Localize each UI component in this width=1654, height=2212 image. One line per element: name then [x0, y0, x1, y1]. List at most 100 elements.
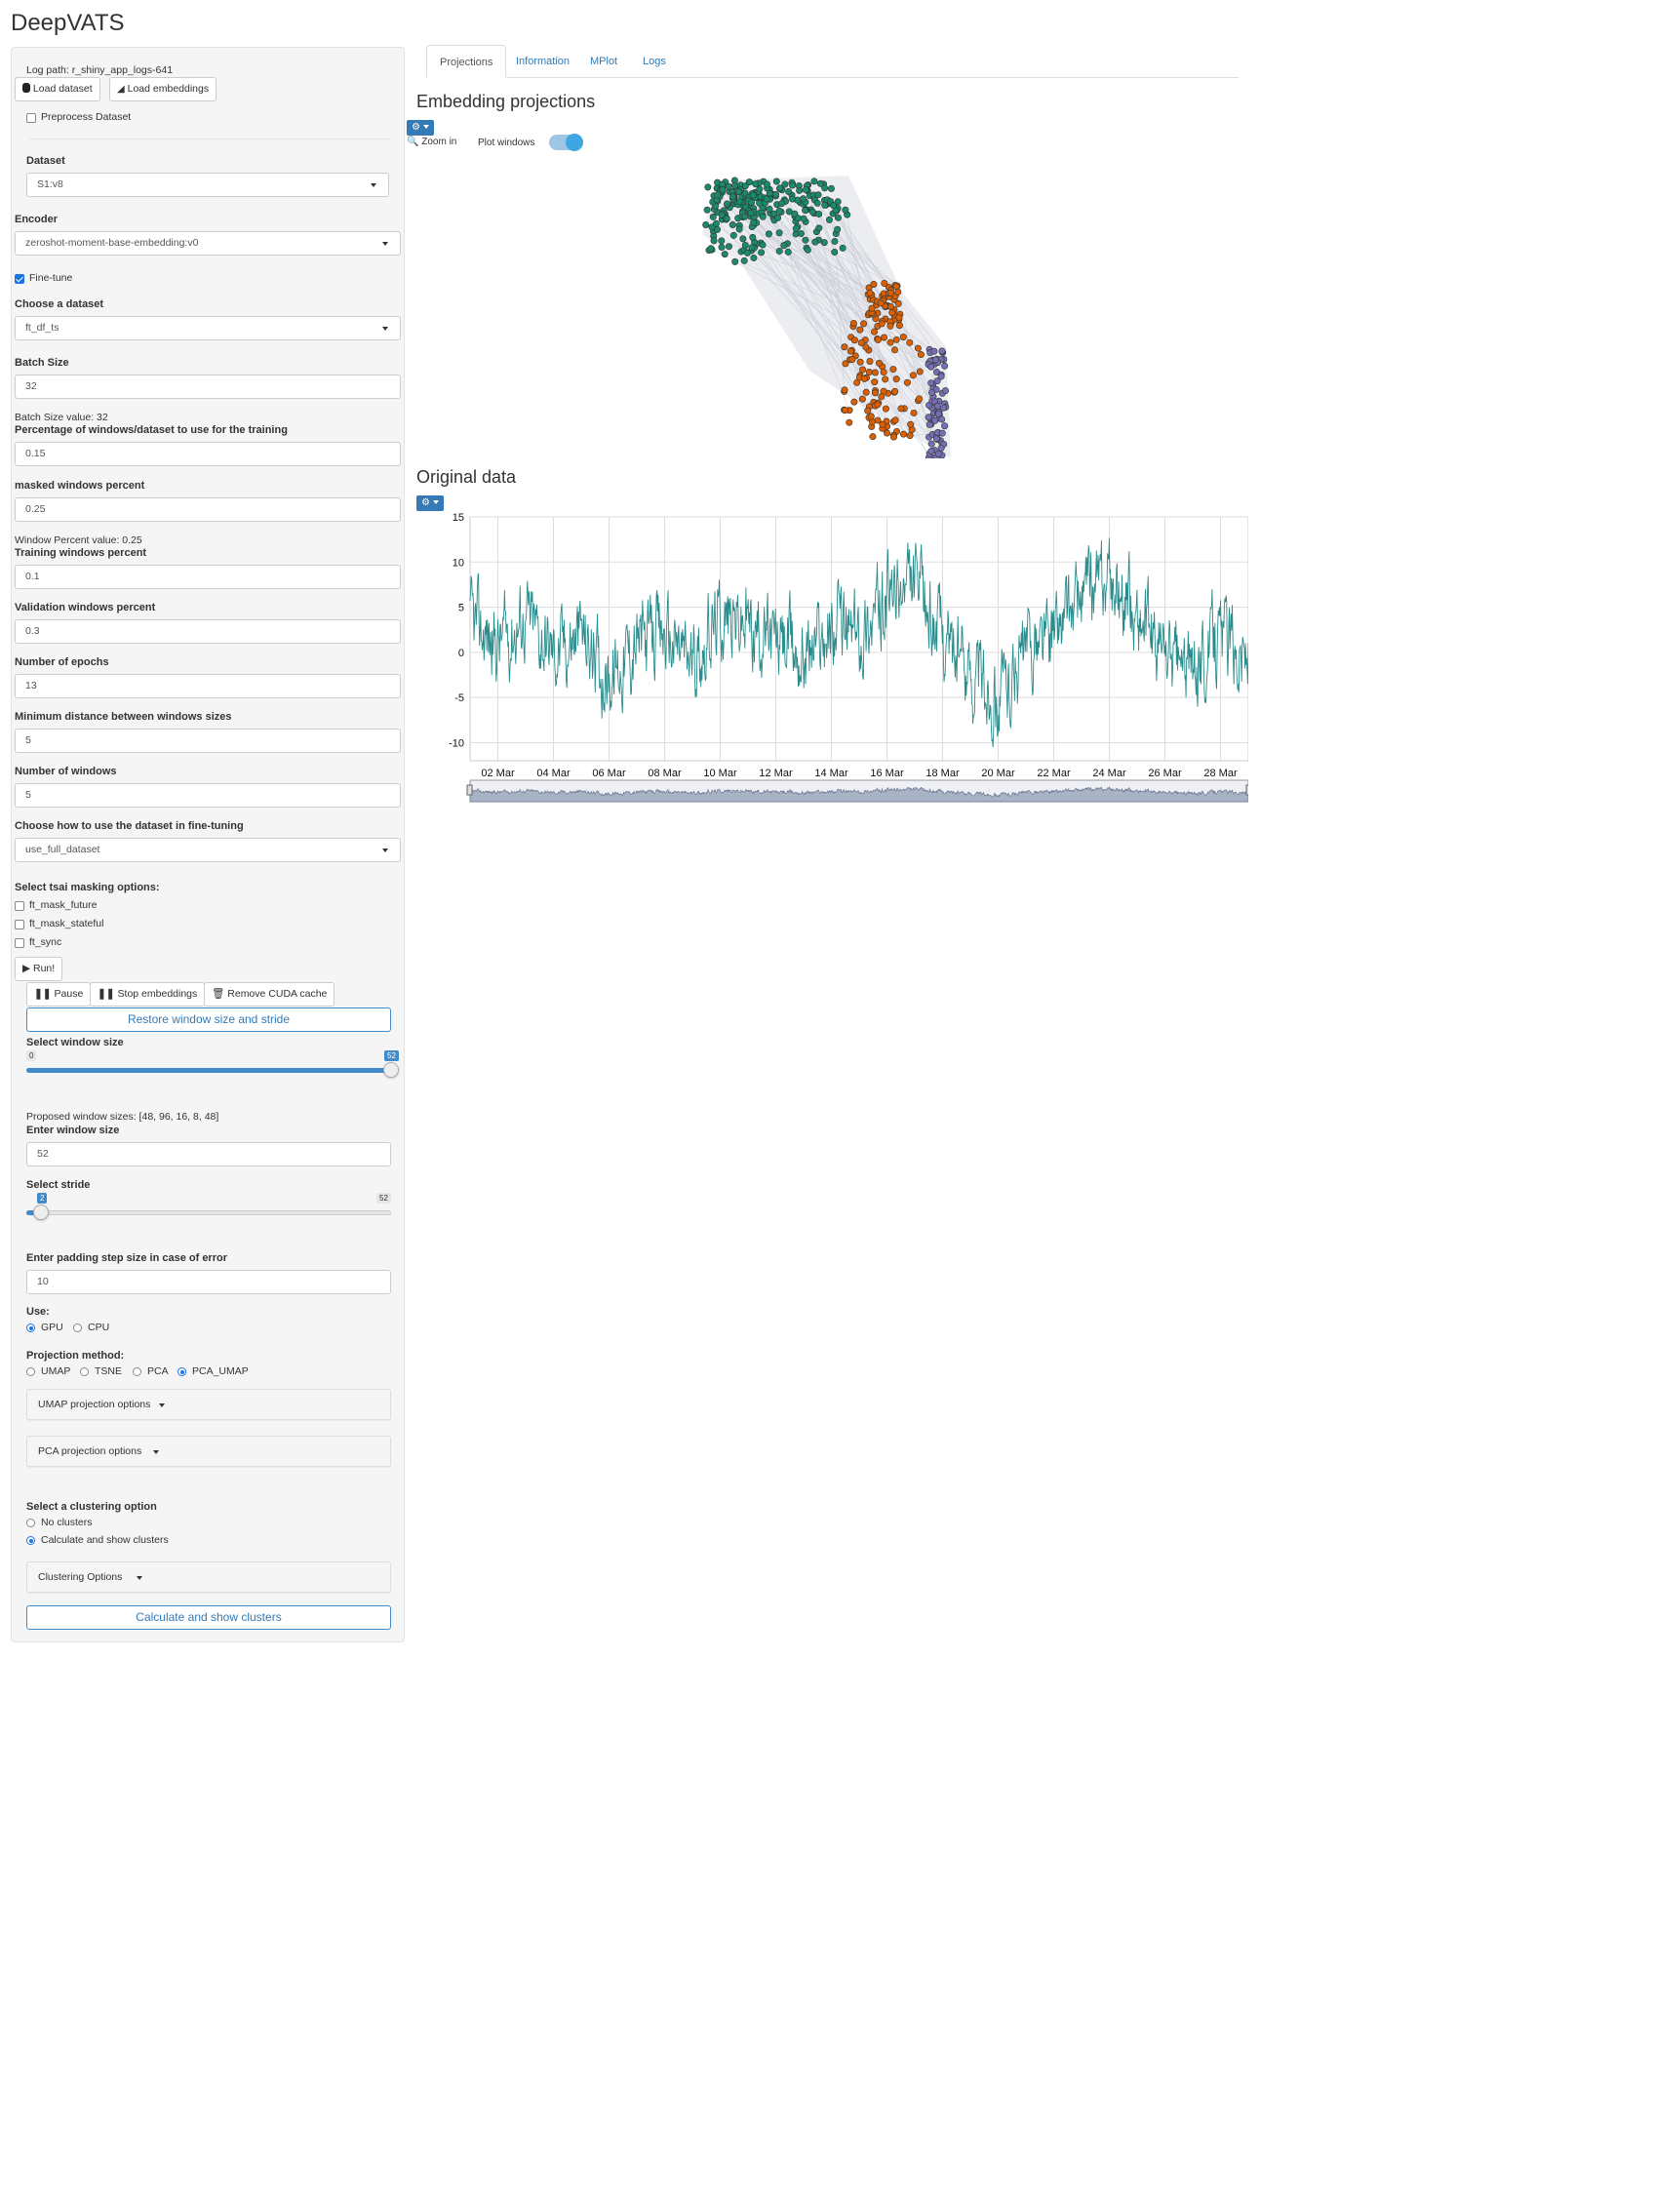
validation-input[interactable]: 0.3 [15, 619, 401, 644]
pause-button[interactable]: ❚❚ Pause [26, 982, 92, 1007]
cpu-radio[interactable] [73, 1323, 82, 1332]
original-data-chart[interactable]: 15 10 5 0 -5 -10 02 Mar 04 Mar 06 Mar 08 Mar 10 Ma… [426, 507, 1248, 810]
clustering-options-panel[interactable]: Clustering Options [26, 1561, 391, 1593]
plot-windows-toggle[interactable] [549, 134, 583, 151]
pca-options-panel[interactable]: PCA projection options [26, 1436, 391, 1467]
tsai-option-label: ft_sync [29, 936, 62, 948]
projection-point [882, 375, 889, 383]
dataset-select[interactable]: S1:v8 [26, 173, 389, 197]
load-embeddings-button[interactable]: ◢ Load embeddings [109, 77, 217, 101]
stride-slider-track[interactable] [26, 1210, 391, 1215]
trash-icon: 🗑 [212, 988, 225, 1000]
projection-point [932, 435, 940, 443]
umap-options-panel[interactable]: UMAP projection options [26, 1389, 391, 1420]
x-tick-label: 20 Mar [981, 768, 1015, 779]
projection-point [862, 343, 870, 351]
batch-size-input[interactable]: 32 [15, 375, 401, 399]
projection-point [759, 241, 767, 249]
tab-projections[interactable]: Projections [426, 45, 507, 78]
projection-point [886, 302, 894, 310]
dataset-label: Dataset [26, 155, 65, 167]
pca-umap-label: PCA_UMAP [192, 1365, 249, 1377]
preprocess-checkbox[interactable] [26, 113, 36, 123]
tsne-radio[interactable] [80, 1367, 89, 1376]
mindist-input[interactable]: 5 [15, 729, 401, 753]
ws-slider-handle[interactable] [383, 1062, 399, 1078]
stop-label: Stop embeddings [117, 988, 198, 1000]
projection-point [802, 186, 809, 194]
zoom-in-control[interactable]: 🔍 Zoom in [407, 137, 456, 147]
tab-logs[interactable]: Logs [630, 45, 679, 78]
projection-point [934, 450, 942, 457]
pca-radio[interactable] [133, 1367, 141, 1376]
choose-dataset-select[interactable]: ft_df_ts [15, 316, 401, 340]
projection-point [842, 206, 849, 214]
y-tick-label: -10 [449, 737, 464, 749]
projection-point [937, 373, 945, 380]
x-tick-label: 02 Mar [481, 768, 515, 779]
enter-ws-input[interactable]: 52 [26, 1142, 391, 1166]
projection-point [892, 375, 900, 383]
pct-input[interactable]: 0.15 [15, 442, 401, 466]
epochs-input[interactable]: 13 [15, 674, 401, 698]
stride-max-label: 52 [376, 1193, 391, 1204]
padding-input[interactable]: 10 [26, 1270, 391, 1294]
projection-point [749, 233, 757, 241]
projection-point [890, 346, 898, 354]
projection-point [789, 181, 797, 189]
projection-point [802, 207, 809, 215]
projection-point [804, 246, 811, 254]
run-button[interactable]: ▶ Run! [15, 957, 63, 981]
pca-umap-radio[interactable] [177, 1367, 186, 1376]
cpu-label: CPU [88, 1322, 110, 1333]
stop-embeddings-button[interactable]: ❚❚ Stop embeddings [90, 982, 206, 1007]
projection-point [831, 248, 839, 256]
nwindows-input[interactable]: 5 [15, 783, 401, 808]
app-title: DeepVATS [11, 10, 125, 36]
umap-radio[interactable] [26, 1367, 35, 1376]
projection-point [759, 213, 767, 220]
projection-settings-button[interactable]: ⚙ [407, 120, 434, 136]
projection-point [766, 205, 773, 213]
masked-input[interactable]: 0.25 [15, 497, 401, 522]
encoder-select[interactable]: zeroshot-moment-base-embedding:v0 [15, 231, 401, 256]
no-clusters-radio[interactable] [26, 1519, 35, 1527]
clustering-options-label: Clustering Options [38, 1571, 123, 1583]
use-label: Use: [26, 1306, 50, 1318]
restore-button[interactable]: Restore window size and stride [26, 1007, 391, 1032]
projection-point [748, 244, 756, 252]
projection-point [927, 363, 935, 371]
projection-point [895, 322, 903, 330]
tab-mplot[interactable]: MPlot [577, 45, 630, 78]
embedding-projection-plot[interactable] [683, 166, 975, 458]
y-tick-label: 10 [453, 557, 464, 569]
remove-cuda-button[interactable]: 🗑 Remove CUDA cache [204, 982, 335, 1007]
x-tick-label: 10 Mar [703, 768, 737, 779]
projection-point [797, 229, 805, 237]
finetune-checkbox[interactable] [15, 274, 24, 284]
howuse-select[interactable]: use_full_dataset [15, 838, 401, 862]
tsai-checkbox-mask-future[interactable] [15, 901, 24, 911]
calc-clusters-button[interactable]: Calculate and show clusters [26, 1605, 391, 1630]
tsai-checkbox-mask-stateful[interactable] [15, 920, 24, 929]
projection-point [846, 418, 853, 426]
tab-information[interactable]: Information [503, 45, 582, 78]
ws-min-label: 0 [26, 1050, 37, 1061]
tsai-checkbox-sync[interactable] [15, 938, 24, 948]
training-input[interactable]: 0.1 [15, 565, 401, 589]
projection-point [886, 289, 894, 296]
projection-point [834, 214, 842, 221]
stride-slider-handle[interactable] [32, 1205, 49, 1220]
projection-point [743, 249, 751, 257]
projection-point [848, 356, 856, 364]
projection-point [903, 378, 911, 386]
calc-clusters-radio[interactable] [26, 1536, 35, 1545]
gpu-radio[interactable] [26, 1323, 35, 1332]
projection-point [856, 358, 864, 366]
tsai-label: Select tsai masking options: [15, 882, 160, 893]
projection-point [734, 188, 742, 196]
projection-point [859, 366, 867, 374]
sidebar: Log path: r_shiny_app_logs-641 Load data… [11, 47, 405, 1642]
projection-point [830, 202, 838, 210]
load-dataset-button[interactable]: Load dataset [15, 77, 100, 101]
